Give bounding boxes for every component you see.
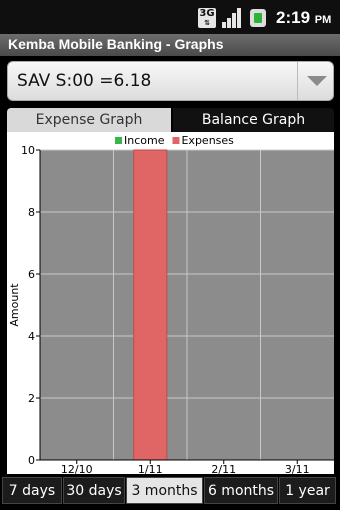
x-tick-label: 2/11 bbox=[211, 463, 236, 474]
range-6-months-button[interactable]: 6 months bbox=[204, 477, 278, 504]
chevron-down-icon bbox=[307, 76, 327, 86]
y-tick-label: 10 bbox=[21, 144, 35, 157]
y-tick-label: 2 bbox=[28, 392, 35, 405]
y-tick-label: 8 bbox=[28, 206, 35, 219]
x-tick-label: 3/11 bbox=[285, 463, 310, 474]
range-30-days-button[interactable]: 30 days bbox=[63, 477, 125, 504]
range-1-year-button[interactable]: 1 year bbox=[279, 477, 336, 504]
x-tick-label: 12/10 bbox=[61, 463, 93, 474]
status-bar: 3G ⇅ 2:19 PM bbox=[0, 0, 340, 34]
range-3-months-button[interactable]: 3 months bbox=[126, 477, 203, 504]
account-spinner[interactable]: SAV S:00 =6.18 bbox=[7, 61, 334, 101]
clock: 2:19 PM bbox=[276, 8, 331, 28]
signal-icon bbox=[222, 8, 242, 28]
network-type: 3G bbox=[199, 8, 215, 19]
clock-ampm: PM bbox=[314, 14, 332, 26]
y-tick-label: 6 bbox=[28, 268, 35, 281]
chart-panel: 0 2 4 6 8 10 12/10 1/11 2/11 3/11 Amount Income Expe… bbox=[7, 132, 334, 474]
tab-expense-graph[interactable]: Expense Graph bbox=[7, 108, 171, 132]
legend-swatch-income bbox=[115, 137, 122, 144]
bar-expenses bbox=[133, 149, 168, 461]
bar-chart: 0 2 4 6 8 10 12/10 1/11 2/11 3/11 Amount Income Expe… bbox=[8, 134, 334, 474]
y-axis-label: Amount bbox=[8, 283, 21, 327]
x-tick-label: 1/11 bbox=[138, 463, 163, 474]
spinner-divider bbox=[297, 62, 298, 100]
legend-swatch-expenses bbox=[172, 137, 180, 144]
account-selected-value: SAV S:00 =6.18 bbox=[17, 71, 152, 91]
tab-balance-graph[interactable]: Balance Graph bbox=[173, 108, 334, 132]
graph-tabs: Expense Graph Balance Graph bbox=[7, 108, 334, 132]
y-tick-label: 0 bbox=[28, 454, 35, 467]
time-range-bar: 7 days 30 days 3 months 6 months 1 year bbox=[0, 477, 340, 504]
clock-time: 2:19 bbox=[276, 8, 311, 27]
y-tick-label: 4 bbox=[28, 330, 35, 343]
title-bar: Kemba Mobile Banking - Graphs bbox=[0, 34, 340, 56]
battery-icon bbox=[250, 9, 266, 27]
legend-label-income: Income bbox=[124, 134, 165, 147]
data-3g-icon: 3G ⇅ bbox=[198, 8, 216, 28]
app-title: Kemba Mobile Banking - Graphs bbox=[8, 36, 224, 52]
range-7-days-button[interactable]: 7 days bbox=[2, 477, 62, 504]
legend-label-expenses: Expenses bbox=[181, 134, 234, 147]
